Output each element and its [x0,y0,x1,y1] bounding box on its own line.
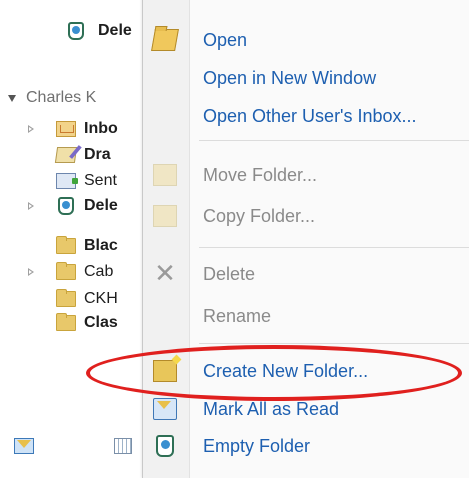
open-folder-icon [151,29,179,51]
menu-item-label: Copy Folder... [203,205,316,226]
menu-item-label: Delete [203,263,256,284]
folder-icon [56,236,76,254]
folder-item-sent[interactable]: Sent [0,168,117,194]
expand-arrow-icon[interactable] [26,201,36,211]
collapse-arrow-icon[interactable] [8,94,16,102]
folder-label: CKH [84,290,118,307]
menu-item-label: Open [203,29,248,50]
folder-item-blac[interactable]: Blac [0,233,118,259]
folder-label: Dele [84,197,118,214]
mark-read-icon [153,398,177,420]
menu-item-label: Create New Folder... [203,360,369,381]
recycle-bin-icon [58,197,74,215]
menu-item-create-new-folder[interactable]: Create New Folder... [143,353,469,389]
folder-label: Cab [84,263,114,280]
folder-label: Clas [84,314,118,331]
folder-item-inbox[interactable]: Inbo [0,116,118,142]
menu-item-rename[interactable]: Rename [143,298,469,334]
folder-icon [56,289,76,307]
folder-label: Inbo [84,120,118,137]
menu-item-mark-all-read[interactable]: Mark All as Read [143,391,469,427]
menu-separator [199,343,469,344]
menu-separator [199,140,469,141]
folder-item-ckh[interactable]: CKH [0,286,118,312]
folder-label: Blac [84,237,118,254]
menu-item-move-folder[interactable]: Move Folder... [143,157,469,193]
new-folder-icon [153,360,177,382]
menu-item-label: Empty Folder [203,435,311,456]
menu-item-open-other-inbox[interactable]: Open Other User's Inbox... [143,98,469,134]
menu-item-open[interactable]: Open [143,22,469,58]
move-folder-icon [153,164,177,186]
folder-icon [56,313,76,331]
expand-arrow-icon[interactable] [26,124,36,134]
folder-item-cab[interactable]: Cab [0,259,113,285]
folder-item-clas[interactable]: Clas [0,310,118,336]
folder-label: Sent [84,172,117,189]
inbox-icon [56,121,76,137]
delete-icon: ✕ [154,259,176,289]
menu-item-label: Open in New Window [203,67,377,88]
recycle-bin-icon [68,22,84,40]
menu-item-open-new-window[interactable]: Open in New Window [143,60,469,96]
folder-icon [56,262,76,280]
menu-item-empty-folder[interactable]: Empty Folder [143,428,469,464]
calendar-icon[interactable] [114,438,132,454]
sent-items-icon [56,173,78,189]
menu-item-delete[interactable]: ✕ Delete [143,256,469,292]
folder-item-deleted[interactable]: Dele [0,193,118,219]
menu-item-label: Open Other User's Inbox... [203,105,417,126]
menu-item-copy-folder[interactable]: Copy Folder... [143,198,469,234]
menu-item-label: Rename [203,305,272,326]
folder-label: Dele [98,22,132,39]
account-header[interactable]: Charles K [8,86,96,110]
menu-item-label: Move Folder... [203,164,318,185]
drafts-icon [54,147,78,163]
mail-icon[interactable] [14,438,34,454]
menu-item-label: Mark All as Read [203,398,340,419]
folder-item-deleted-top[interactable]: Dele [0,18,132,44]
menu-separator [199,247,469,248]
account-label: Charles K [26,89,97,106]
folder-label: Dra [84,146,111,163]
context-menu: Open Open in New Window Open Other User'… [142,0,469,478]
empty-folder-icon [156,435,174,457]
expand-arrow-icon[interactable] [26,267,36,277]
folder-pane: Dele Charles K Inbo Dra Sent Dele Blac C… [0,0,165,469]
folder-item-drafts[interactable]: Dra [0,142,111,168]
copy-folder-icon [153,205,177,227]
